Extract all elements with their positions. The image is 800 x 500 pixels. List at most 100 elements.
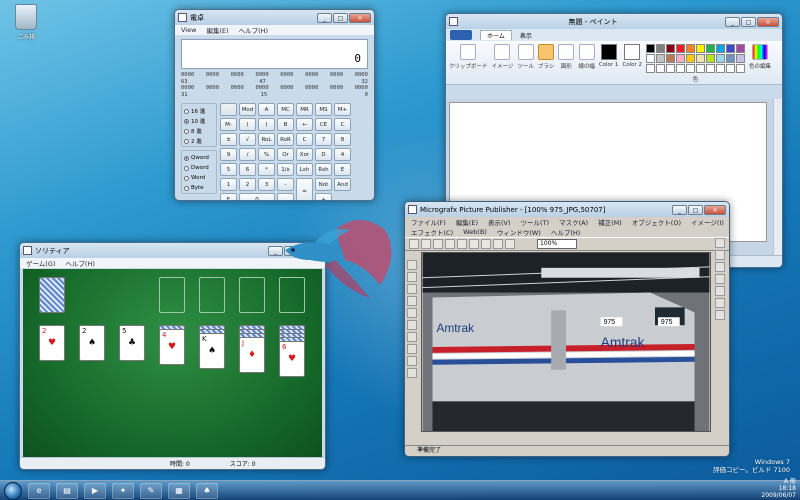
- solitaire-taskbar-icon[interactable]: ♠: [196, 482, 218, 499]
- zoom-select[interactable]: 100%: [537, 239, 577, 249]
- picture-publisher-window[interactable]: Micrografx Picture Publisher - [100% 975…: [404, 201, 730, 457]
- calc-key[interactable]: CE: [315, 118, 332, 131]
- palette-swatch[interactable]: [716, 64, 726, 73]
- palette-swatch[interactable]: [686, 44, 696, 53]
- color1-swatch[interactable]: [600, 44, 617, 60]
- palette-swatch[interactable]: [726, 54, 736, 63]
- calc-key[interactable]: Lsh: [296, 163, 313, 176]
- ime-indicator[interactable]: A 般: [761, 478, 796, 485]
- save-icon[interactable]: [433, 239, 443, 249]
- pp-menu-item[interactable]: 補正(M): [598, 217, 622, 227]
- info-icon[interactable]: [715, 310, 725, 320]
- calc-key[interactable]: Mod: [239, 103, 256, 116]
- maximize-button[interactable]: □: [688, 204, 703, 215]
- calc-key[interactable]: Xor: [296, 148, 313, 161]
- minimize-button[interactable]: _: [317, 12, 332, 23]
- base-radio[interactable]: 2 進: [184, 136, 214, 146]
- calc-key[interactable]: 4: [334, 148, 351, 161]
- word-radio[interactable]: Qword: [184, 153, 214, 163]
- palette-swatch[interactable]: [666, 44, 676, 53]
- filter-icon[interactable]: [715, 286, 725, 296]
- palette-swatch[interactable]: [706, 44, 716, 53]
- media-player-icon[interactable]: ▶: [84, 482, 106, 499]
- pp-menu-item[interactable]: イメージ(I): [691, 217, 724, 227]
- tableau-card[interactable]: 6 ♥: [279, 341, 305, 377]
- base-radio[interactable]: 16 進: [184, 106, 214, 116]
- calc-key[interactable]: 9: [220, 148, 237, 161]
- calc-key[interactable]: C: [296, 133, 313, 146]
- calc-key[interactable]: 8: [334, 133, 351, 146]
- calc-key[interactable]: F: [220, 193, 237, 200]
- new-icon[interactable]: [409, 239, 419, 249]
- calc-key[interactable]: M+: [334, 103, 351, 116]
- mask-tool-icon[interactable]: [407, 272, 417, 282]
- layer-icon[interactable]: [715, 262, 725, 272]
- calc-key[interactable]: -: [277, 178, 294, 191]
- pp-menu-item[interactable]: オブジェクト(O): [632, 217, 681, 227]
- fill-tool-icon[interactable]: [407, 320, 417, 330]
- calculator-taskbar-icon[interactable]: ▦: [168, 482, 190, 499]
- calc-key[interactable]: Rsh: [315, 163, 332, 176]
- calc-key[interactable]: 5: [220, 163, 237, 176]
- pp-menu-item[interactable]: ツール(T): [521, 217, 550, 227]
- palette-swatch[interactable]: [656, 44, 666, 53]
- pp-menu-item[interactable]: ウィンドウ(W): [497, 227, 541, 237]
- eyedropper-tool-icon[interactable]: [407, 356, 417, 366]
- palette-swatch[interactable]: [736, 64, 746, 73]
- palette-swatch[interactable]: [716, 44, 726, 53]
- calc-key[interactable]: /: [239, 148, 256, 161]
- brush-tool-icon[interactable]: [407, 308, 417, 318]
- foundation-slot[interactable]: [159, 277, 185, 313]
- palette-swatch[interactable]: [736, 54, 746, 63]
- calc-key[interactable]: C: [334, 118, 351, 131]
- calc-key[interactable]: M-: [220, 118, 237, 131]
- line-tool-icon[interactable]: [407, 344, 417, 354]
- recycle-bin-icon[interactable]: ごみ箱: [8, 4, 44, 41]
- calc-key[interactable]: RoR: [277, 133, 294, 146]
- calc-key[interactable]: RoL: [258, 133, 275, 146]
- palette-swatch[interactable]: [726, 64, 736, 73]
- undo-icon[interactable]: [493, 239, 503, 249]
- print-icon[interactable]: [445, 239, 455, 249]
- pp-menu-item[interactable]: Web(B): [463, 228, 487, 236]
- redo-icon[interactable]: [505, 239, 515, 249]
- brush-icon[interactable]: [538, 44, 555, 60]
- calc-key[interactable]: MC: [277, 103, 294, 116]
- tableau-card[interactable]: 2 ♥: [39, 325, 65, 361]
- tableau-card[interactable]: 5 ♣: [119, 325, 145, 361]
- shapes-icon[interactable]: [558, 44, 575, 60]
- close-button[interactable]: ×: [349, 12, 371, 23]
- pp-menu-item[interactable]: エフェクト(C): [411, 227, 453, 237]
- tableau-card[interactable]: J ♦: [239, 337, 265, 373]
- calc-key[interactable]: MS: [315, 103, 332, 116]
- base-radio[interactable]: 10 進: [184, 116, 214, 126]
- calc-key[interactable]: Or: [277, 148, 294, 161]
- zoom-tool-icon[interactable]: [407, 284, 417, 294]
- minimize-button[interactable]: _: [725, 16, 740, 27]
- close-button[interactable]: ×: [757, 16, 779, 27]
- palette-swatch[interactable]: [696, 54, 706, 63]
- paint-titlebar[interactable]: 無題 - ペイント _ □ ×: [446, 14, 782, 29]
- image-icon[interactable]: [494, 44, 511, 60]
- line-width-icon[interactable]: [578, 44, 595, 60]
- pp-menu-item[interactable]: 表示(V): [488, 217, 511, 227]
- calc-key[interactable]: ←: [296, 118, 313, 131]
- palette-swatch[interactable]: [666, 64, 676, 73]
- palette-swatch[interactable]: [696, 64, 706, 73]
- calc-key[interactable]: D: [315, 148, 332, 161]
- palette-swatch[interactable]: [676, 44, 686, 53]
- picture-publisher-taskbar-icon[interactable]: ✦: [112, 482, 134, 499]
- minimize-button[interactable]: _: [672, 204, 687, 215]
- maximize-button[interactable]: □: [741, 16, 756, 27]
- calculator-window[interactable]: 電卓 _ □ × View 編集(E) ヘルプ(H) 0 0000 0000 000…: [174, 9, 375, 201]
- calc-key[interactable]: √: [239, 133, 256, 146]
- palette-swatch[interactable]: [676, 64, 686, 73]
- calc-key[interactable]: ±: [220, 133, 237, 146]
- calc-key[interactable]: A: [258, 103, 275, 116]
- copy-icon[interactable]: [469, 239, 479, 249]
- pp-menu-item[interactable]: マスク(A): [559, 217, 588, 227]
- calc-key[interactable]: 0: [239, 193, 275, 200]
- clock-date[interactable]: 2009/06/07: [761, 492, 796, 499]
- calc-key[interactable]: 2: [239, 178, 256, 191]
- pp-menu-item[interactable]: ヘルプ(H): [551, 227, 580, 237]
